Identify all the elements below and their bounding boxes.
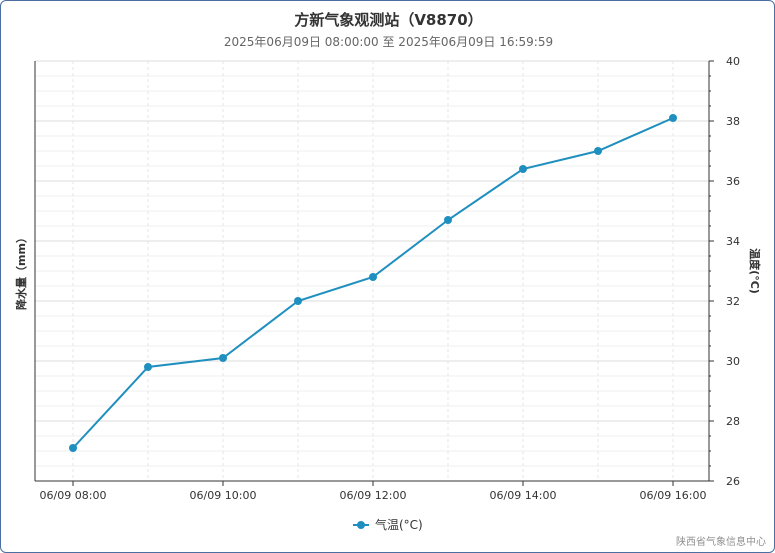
label-layer: 40 38 36 34 32 30 28 26 06/09 08:00 06/09 10:00 06… xyxy=(14,55,762,502)
y-tick-label: 26 xyxy=(726,475,740,488)
temperature-point xyxy=(594,147,602,155)
y-tick-label: 28 xyxy=(726,415,740,428)
legend-label: 气温(°C) xyxy=(375,517,423,532)
temperature-point xyxy=(444,216,452,224)
y-tick-label: 40 xyxy=(726,55,740,68)
x-tick-label: 06/09 08:00 xyxy=(40,489,107,502)
y-right-axis-title: 温度(°C) xyxy=(748,248,762,294)
chart-frame: 方新气象观测站（V8870） 2025年06月09日 08:00:00 至 20… xyxy=(0,0,775,553)
x-tick-label: 06/09 14:00 xyxy=(490,489,557,502)
temperature-point xyxy=(519,165,527,173)
x-tick-label: 06/09 10:00 xyxy=(190,489,257,502)
y-left-axis-title: 降水量（mm） xyxy=(14,232,28,310)
temperature-point xyxy=(669,114,677,122)
x-tick-label: 06/09 12:00 xyxy=(340,489,407,502)
temperature-point xyxy=(144,363,152,371)
y-tick-label: 30 xyxy=(726,355,740,368)
y-tick-label: 38 xyxy=(726,115,740,128)
credit-text: 陕西省气象信息中心 xyxy=(676,537,766,548)
temperature-line-chart: 40 38 36 34 32 30 28 26 06/09 08:00 06/09 10:00 06… xyxy=(14,55,762,532)
temperature-point xyxy=(69,444,77,452)
grid-layer xyxy=(35,60,709,482)
temperature-point xyxy=(294,297,302,305)
x-tick-label: 06/09 16:00 xyxy=(640,489,707,502)
y-tick-label: 34 xyxy=(726,235,740,248)
temperature-point xyxy=(369,273,377,281)
legend-marker xyxy=(357,521,365,529)
temperature-point xyxy=(219,354,227,362)
y-tick-label: 36 xyxy=(726,175,740,188)
y-tick-label: 32 xyxy=(726,295,740,308)
legend[interactable]: 气温(°C) xyxy=(353,517,423,532)
